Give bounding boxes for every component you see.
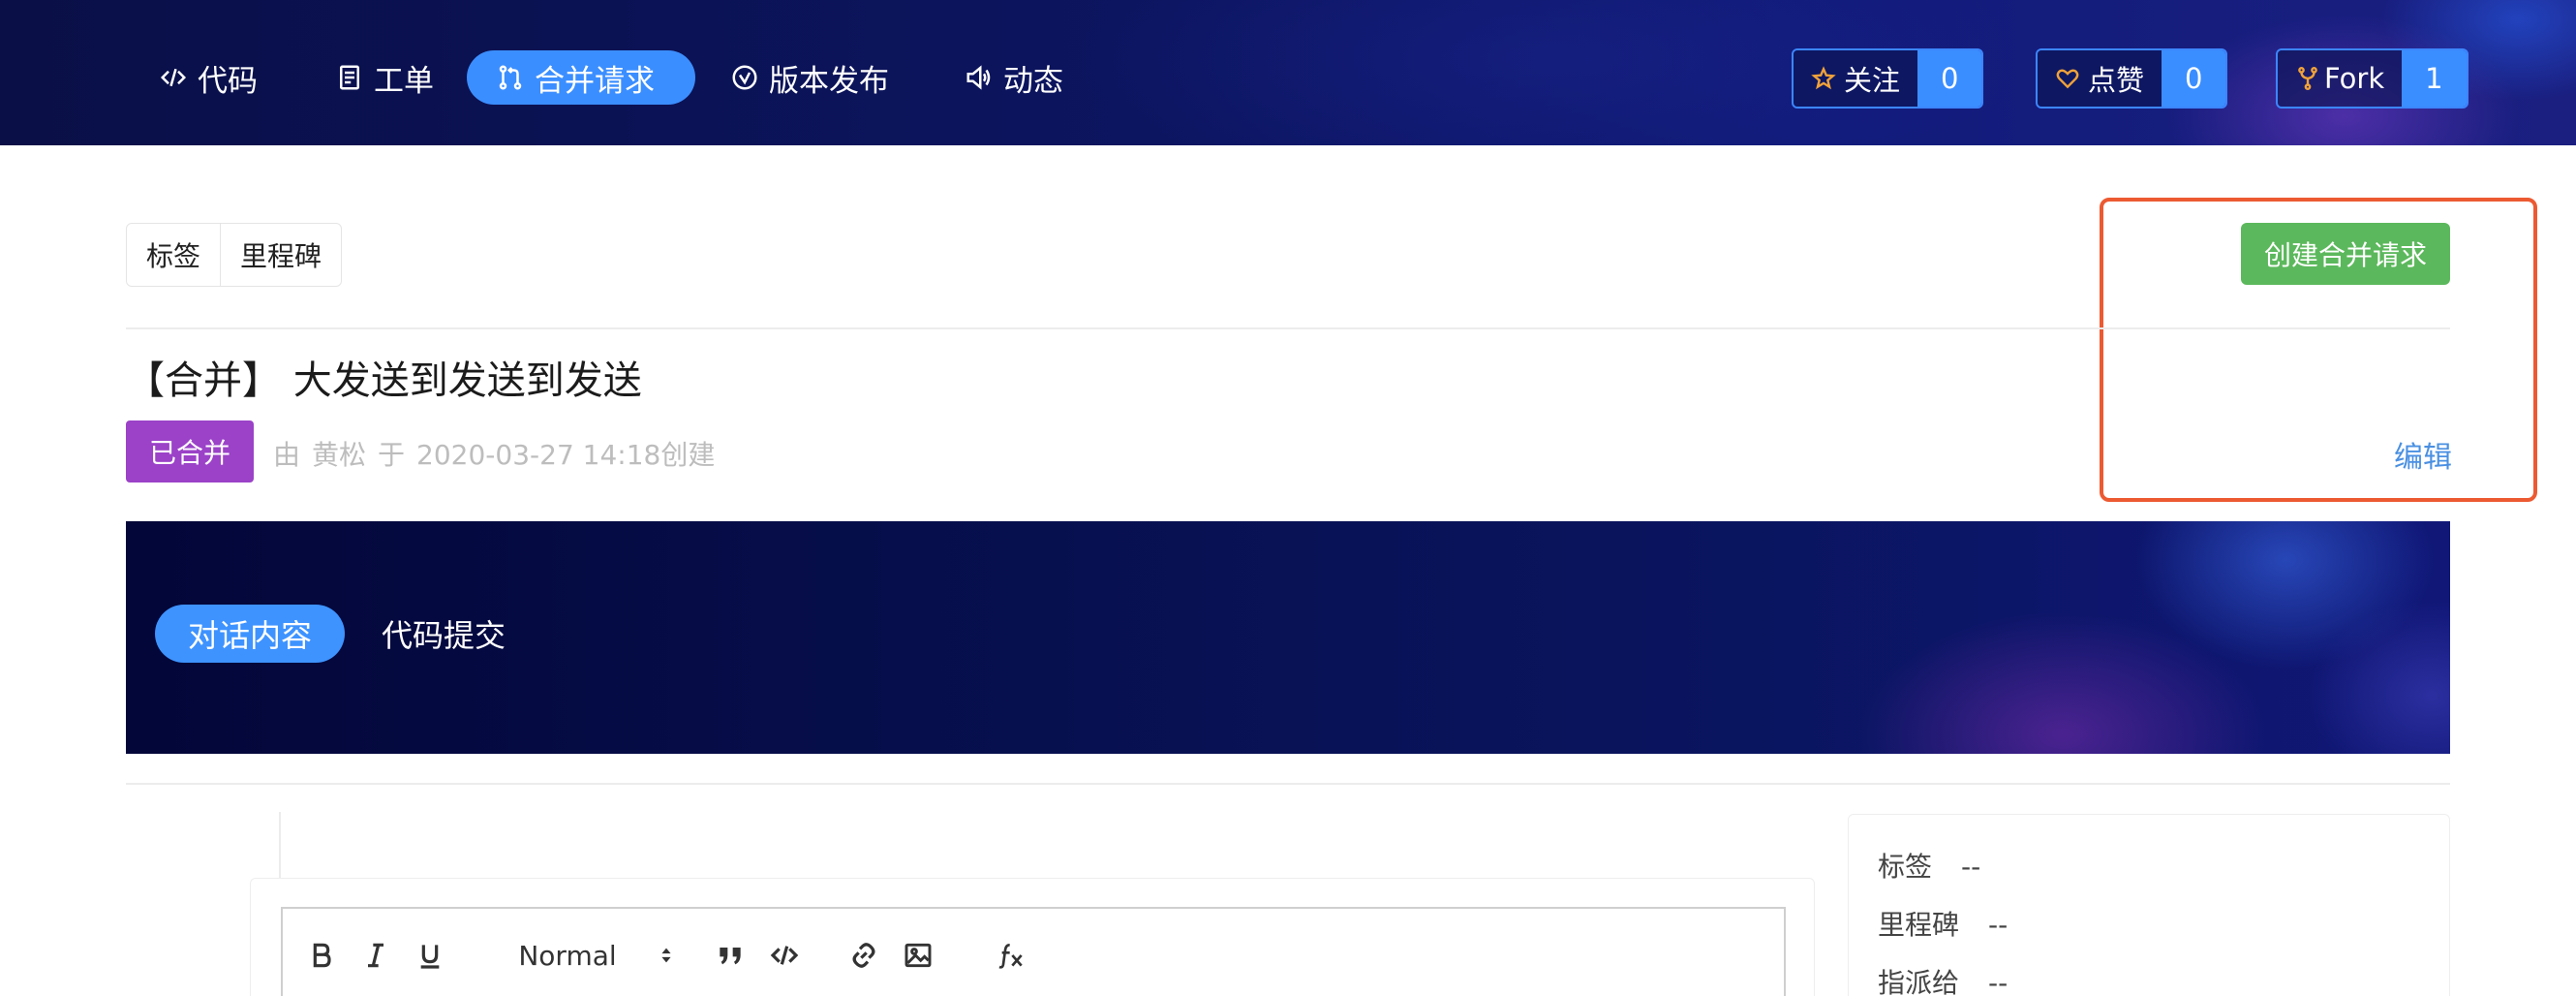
divider — [126, 327, 2450, 329]
tab-conversation[interactable]: 对话内容 — [155, 605, 346, 663]
status-badge: 已合并 — [126, 420, 254, 482]
sidebar-labels[interactable]: 标签 -- — [1878, 846, 1980, 885]
underline-icon — [420, 945, 440, 969]
nav-code[interactable]: 代码 — [130, 50, 287, 105]
nav-releases-label: 版本发布 — [769, 63, 889, 99]
italic-icon — [368, 943, 383, 968]
select-arrows-icon — [661, 948, 671, 963]
create-merge-request-button[interactable]: 创建合并请求 — [2241, 223, 2450, 285]
star-icon — [1811, 66, 1836, 90]
fork-count: 1 — [2402, 50, 2467, 107]
nav-activity[interactable]: 动态 — [935, 50, 1092, 105]
created-time: 2020-03-27 14:18创建 — [416, 439, 716, 471]
fork-label: Fork — [2324, 62, 2385, 95]
author-name[interactable]: 黄松 — [312, 439, 366, 471]
nav-issues-label: 工单 — [374, 63, 434, 99]
sidebar-milestone-value: -- — [1988, 909, 2009, 941]
like-label: 点赞 — [2088, 64, 2145, 97]
merge-request-icon — [499, 65, 522, 90]
tab-commits[interactable]: 代码提交 — [349, 605, 538, 663]
sidebar-milestone-key: 里程碑 — [1878, 909, 1960, 941]
filter-group: 标签 里程碑 — [126, 223, 343, 287]
like-count: 0 — [2162, 50, 2226, 107]
nav-merge-requests[interactable]: 合并请求 — [467, 50, 695, 105]
repo-header: 代码 工单 合并请求 版本发布 动态 关注 0 点赞 0 Fork 1 — [0, 0, 2576, 145]
image-button[interactable] — [903, 936, 934, 975]
code-icon — [770, 946, 799, 965]
clipboard-icon — [340, 65, 359, 90]
like-counter[interactable]: 点赞 0 — [2036, 48, 2228, 109]
pr-sidebar: 标签 -- 里程碑 -- 指派给 -- — [1848, 814, 2450, 996]
nav-merge-requests-label: 合并请求 — [535, 63, 655, 99]
divider — [126, 783, 2450, 785]
image-icon — [905, 943, 932, 968]
fork-counter[interactable]: Fork 1 — [2276, 48, 2469, 109]
sidebar-labels-value: -- — [1961, 851, 1981, 883]
edit-link[interactable]: 编辑 — [2394, 433, 2452, 476]
link-icon — [852, 943, 875, 968]
link-button[interactable] — [848, 936, 879, 975]
underline-button[interactable] — [414, 936, 445, 975]
fork-icon — [2298, 66, 2317, 91]
nav-issues[interactable]: 工单 — [306, 50, 463, 105]
bold-icon — [313, 943, 331, 968]
bold-button[interactable] — [306, 936, 337, 975]
sidebar-milestone[interactable]: 里程碑 -- — [1878, 904, 2008, 943]
watch-label: 关注 — [1844, 64, 1901, 97]
blockquote-button[interactable] — [715, 936, 746, 975]
heart-icon — [2056, 69, 2079, 89]
formula-button[interactable] — [996, 936, 1027, 975]
sidebar-assignee[interactable]: 指派给 -- — [1878, 962, 2008, 996]
watch-count: 0 — [1917, 50, 1982, 107]
italic-button[interactable] — [360, 936, 391, 975]
code-icon — [160, 68, 187, 87]
labels-filter-button[interactable]: 标签 — [127, 224, 220, 286]
meta-by: 由 — [273, 439, 301, 471]
meta-at: 于 — [378, 439, 406, 471]
format-select[interactable]: Normal — [506, 936, 690, 975]
tab-banner: 对话内容 代码提交 — [126, 521, 2450, 754]
sidebar-assignee-key: 指派给 — [1878, 967, 1960, 996]
pr-meta: 由黄松于 2020-03-27 14:18创建 — [273, 434, 726, 473]
sidebar-assignee-value: -- — [1988, 967, 2009, 996]
sidebar-labels-key: 标签 — [1878, 851, 1933, 883]
speaker-icon — [966, 65, 991, 90]
code-block-button[interactable] — [769, 936, 800, 975]
format-select-value: Normal — [518, 939, 617, 972]
watch-counter[interactable]: 关注 0 — [1792, 48, 1984, 109]
quote-icon — [720, 948, 741, 965]
nav-releases[interactable]: 版本发布 — [701, 50, 918, 105]
nav-code-label: 代码 — [198, 63, 258, 99]
nav-activity-label: 动态 — [1003, 63, 1063, 99]
page-title: 【合并】 大发送到发送到发送 — [126, 358, 642, 403]
editor-toolbar: Normal — [281, 907, 1786, 996]
formula-icon — [998, 944, 1023, 969]
check-circle-icon — [732, 65, 757, 90]
milestones-filter-button[interactable]: 里程碑 — [220, 224, 341, 286]
